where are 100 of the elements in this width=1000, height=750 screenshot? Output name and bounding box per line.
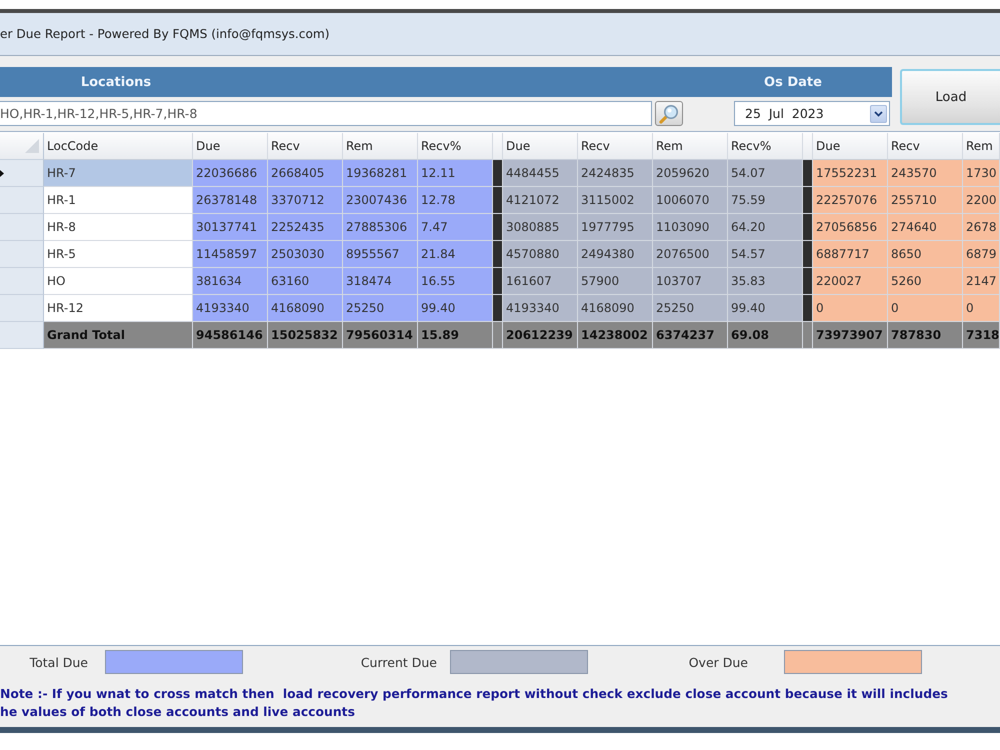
locations-field[interactable]: HO,HR-1,HR-12,HR-5,HR-7,HR-8 (0, 101, 652, 126)
total-cell: 7318 (963, 322, 1000, 349)
row-pointer-icon (0, 170, 4, 176)
table-cell: 27056856 (813, 214, 888, 241)
load-button[interactable]: Load (900, 69, 1000, 125)
table-cell: 2668405 (268, 160, 343, 187)
search-button[interactable] (655, 101, 683, 126)
table-cell: 27885306 (343, 214, 418, 241)
row-selector[interactable] (0, 241, 44, 268)
corner-triangle-icon (25, 139, 39, 153)
table-cell: 12.78 (418, 187, 493, 214)
table-cell: HR-7 (44, 160, 193, 187)
column-header[interactable]: Recv% (418, 133, 493, 160)
column-header[interactable]: Recv% (728, 133, 803, 160)
table-cell: 21.84 (418, 241, 493, 268)
date-field[interactable]: 25 Jul 2023 (734, 101, 890, 126)
column-header[interactable]: Due (813, 133, 888, 160)
table-cell: 1006070 (653, 187, 728, 214)
column-header[interactable]: Due (193, 133, 268, 160)
total-cell: 6374237 (653, 322, 728, 349)
table-cell: 30137741 (193, 214, 268, 241)
table-cell: 103707 (653, 268, 728, 295)
locations-label: Locations (80, 74, 152, 90)
row-selector[interactable] (0, 322, 44, 349)
table-cell: 4193340 (503, 295, 578, 322)
legend-label: Current Due (360, 654, 437, 670)
table-cell: 1103090 (653, 214, 728, 241)
column-header[interactable]: Due (503, 133, 578, 160)
table-cell: HO (44, 268, 193, 295)
table-cell: 161607 (503, 268, 578, 295)
total-cell: 14238002 (578, 322, 653, 349)
table-cell: 19368281 (343, 160, 418, 187)
table-cell: 3080885 (503, 214, 578, 241)
row-selector[interactable] (0, 214, 44, 241)
column-header[interactable]: Rem (653, 133, 728, 160)
table-cell: 64.20 (728, 214, 803, 241)
table-cell: 0 (813, 295, 888, 322)
total-cell: 787830 (888, 322, 963, 349)
table-cell: 11458597 (193, 241, 268, 268)
row-selector[interactable] (0, 187, 44, 214)
table-cell: 4168090 (268, 295, 343, 322)
total-cell: 69.08 (728, 322, 803, 349)
total-cell: 15025832 (268, 322, 343, 349)
table-cell: 57900 (578, 268, 653, 295)
total-cell: 73973907 (813, 322, 888, 349)
table-cell: 8650 (888, 241, 963, 268)
row-selector[interactable] (0, 268, 44, 295)
table-cell: 25250 (343, 295, 418, 322)
table-cell: HR-8 (44, 214, 193, 241)
table-cell: 255710 (888, 187, 963, 214)
table-cell: 16.55 (418, 268, 493, 295)
row-selector[interactable] (0, 160, 44, 187)
table-cell: 0 (888, 295, 963, 322)
total-label: Grand Total (44, 322, 193, 349)
table-cell: 3115002 (578, 187, 653, 214)
column-header[interactable]: LocCode (44, 133, 193, 160)
table-cell: 2059620 (653, 160, 728, 187)
table-cell: 2424835 (578, 160, 653, 187)
table-cell: 4484455 (503, 160, 578, 187)
table-cell: 2494380 (578, 241, 653, 268)
total-cell: 20612239 (503, 322, 578, 349)
table-cell: 318474 (343, 268, 418, 295)
legend-label: Total Due (30, 654, 88, 670)
table-cell: 25250 (653, 295, 728, 322)
table-cell: 54.57 (728, 241, 803, 268)
table-cell: 4570880 (503, 241, 578, 268)
table-cell: 243570 (888, 160, 963, 187)
table-cell: 2678 (963, 214, 1000, 241)
corner-header[interactable] (0, 133, 44, 160)
column-header[interactable]: Recv (578, 133, 653, 160)
table-cell: 1977795 (578, 214, 653, 241)
table-cell: 54.07 (728, 160, 803, 187)
table-cell: 7.47 (418, 214, 493, 241)
table-cell: 12.11 (418, 160, 493, 187)
table-cell: 220027 (813, 268, 888, 295)
table-cell: HR-1 (44, 187, 193, 214)
table-cell: 274640 (888, 214, 963, 241)
table-cell: 4121072 (503, 187, 578, 214)
date-dropdown-button[interactable] (870, 104, 887, 122)
os-date-label: Os Date (764, 74, 822, 90)
table-cell: 22036686 (193, 160, 268, 187)
table-cell: 2252435 (268, 214, 343, 241)
table-cell: HR-5 (44, 241, 193, 268)
column-header[interactable]: Recv (268, 133, 343, 160)
table-cell: 6887717 (813, 241, 888, 268)
table-cell: 5260 (888, 268, 963, 295)
table-cell: 2147 (963, 268, 1000, 295)
column-header[interactable]: Rem (963, 133, 1000, 160)
legend-label: Over Due (688, 654, 748, 670)
table-cell: 2200 (963, 187, 1000, 214)
column-header[interactable]: Rem (343, 133, 418, 160)
table-cell: 8955567 (343, 241, 418, 268)
table-cell: 17552231 (813, 160, 888, 187)
column-header[interactable]: Recv (888, 133, 963, 160)
chevron-down-icon (874, 110, 883, 116)
table-cell: 35.83 (728, 268, 803, 295)
total-cell: 79560314 (343, 322, 418, 349)
row-selector[interactable] (0, 295, 44, 322)
table-cell: 26378148 (193, 187, 268, 214)
note-text: Note :- If you wnat to cross match then load recovery performance report without check exclude close account because it will includes he values of both close accounts and live accounts (0, 685, 948, 721)
